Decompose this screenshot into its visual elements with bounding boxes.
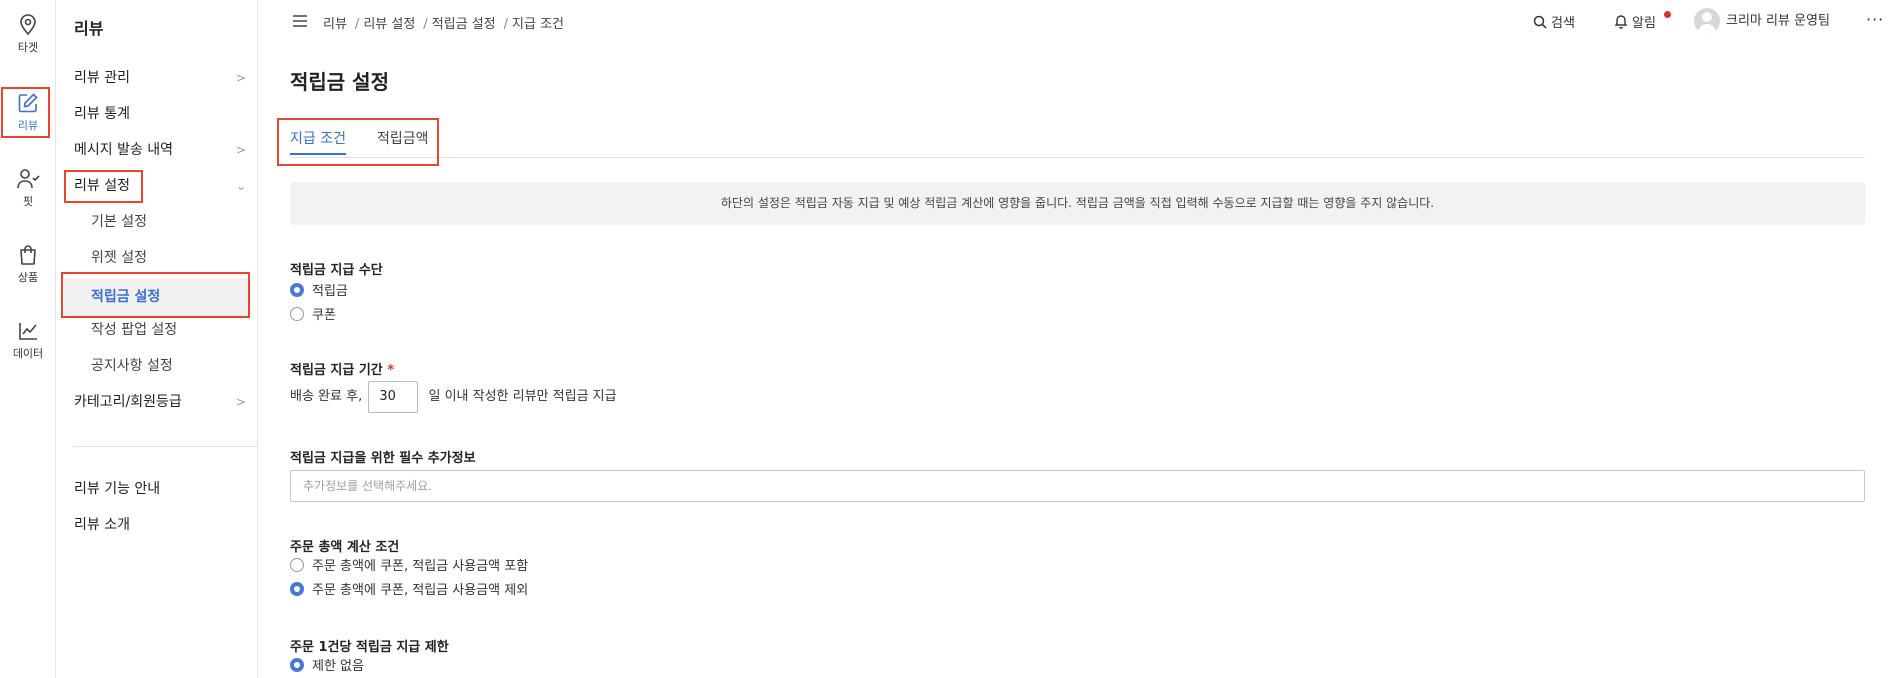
menu-item-review-stats[interactable]: 리뷰 통계: [74, 99, 254, 129]
radio-label: 주문 총액에 쿠폰, 적립금 사용금액 제외: [312, 583, 529, 598]
chevron-right-icon: >: [235, 71, 246, 85]
payment-method-label: 적립금 지급 수단: [290, 263, 383, 278]
menu-divider: [73, 446, 258, 447]
radio-coupon[interactable]: 쿠폰: [290, 307, 336, 325]
radio-no-limit[interactable]: 제한 없음: [290, 658, 364, 676]
user-check-icon: [17, 169, 40, 189]
menu-item-label: 메시지 발송 내역: [74, 142, 174, 158]
chevron-right-icon: >: [235, 395, 246, 409]
radio-indicator: [290, 582, 304, 596]
rail-label: 핏: [22, 195, 34, 208]
chevron-right-icon: >: [235, 143, 246, 157]
review-menu: 리뷰 리뷰 관리 > 리뷰 통계 메시지 발송 내역 > 리뷰 설정 ⌄ 기본 …: [57, 0, 258, 678]
rail-item-review[interactable]: 리뷰: [0, 92, 56, 133]
radio-exclude-discount[interactable]: 주문 총액에 쿠폰, 적립금 사용금액 제외: [290, 582, 528, 600]
payment-period-label-text: 적립금 지급 기간: [290, 363, 383, 378]
period-suffix: 일 이내 작성한 리뷰만 적립금 지급: [428, 389, 617, 404]
menu-item-label: 카테고리/회원등급: [74, 394, 182, 410]
radio-include-discount[interactable]: 주문 총액에 쿠폰, 적립금 사용금액 포함: [290, 558, 528, 576]
extra-info-select[interactable]: 추가정보를 선택해주세요.: [290, 470, 1865, 502]
days-input[interactable]: 30: [368, 381, 419, 413]
rail-item-target[interactable]: 타겟: [0, 14, 56, 55]
menu-item-feature-guide[interactable]: 리뷰 기능 안내: [74, 474, 254, 504]
payment-period-label: 적립금 지급 기간 *: [290, 359, 394, 378]
per-order-limit-label: 주문 1건당 적립금 지급 제한: [290, 640, 449, 655]
radio-label: 제한 없음: [312, 659, 364, 674]
tab-bar: 지급 조건 적립금액: [290, 124, 1865, 158]
menu-item-label: 리뷰 관리: [74, 70, 130, 86]
menu-item-label: 적립금 설정: [91, 289, 161, 305]
menu-item-review-settings[interactable]: 리뷰 설정 ⌄: [74, 171, 254, 201]
radio-indicator: [290, 658, 304, 672]
radio-mileage[interactable]: 적립금: [290, 283, 348, 301]
menu-item-basic-settings[interactable]: 기본 설정: [91, 207, 271, 237]
menu-title: 리뷰: [74, 19, 104, 38]
page-title: 적립금 설정: [290, 70, 389, 94]
rail-item-data[interactable]: 데이터: [0, 320, 56, 361]
rail-label: 타겟: [17, 41, 39, 54]
rail-label: 리뷰: [17, 119, 39, 132]
icon-rail: 타겟 리뷰 핏 상품 데이터: [0, 0, 56, 678]
more-options-icon[interactable]: ···: [1866, 10, 1884, 29]
menu-item-review-intro[interactable]: 리뷰 소개: [74, 510, 254, 540]
rail-label: 상품: [17, 271, 39, 284]
menu-item-category-grade[interactable]: 카테고리/회원등급 >: [74, 387, 254, 417]
menu-item-label: 리뷰 설정: [74, 178, 130, 194]
menu-item-label: 기본 설정: [91, 214, 147, 230]
radio-indicator: [290, 307, 304, 321]
menu-item-message-history[interactable]: 메시지 발송 내역 >: [74, 135, 254, 165]
order-total-label: 주문 총액 계산 조건: [290, 540, 400, 555]
shopping-bag-icon: [20, 245, 36, 265]
radio-indicator: [290, 558, 304, 572]
rail-label: 데이터: [12, 347, 44, 360]
menu-item-label: 리뷰 통계: [74, 106, 130, 122]
active-tab-indicator: [290, 153, 346, 155]
map-pin-icon: [20, 14, 36, 36]
menu-item-label: 리뷰 소개: [74, 517, 130, 533]
menu-item-label: 공지사항 설정: [91, 358, 173, 374]
menu-item-label: 작성 팝업 설정: [91, 322, 178, 338]
menu-item-widget-settings[interactable]: 위젯 설정: [91, 243, 271, 273]
menu-item-label: 위젯 설정: [91, 250, 147, 266]
menu-item-review-manage[interactable]: 리뷰 관리 >: [74, 63, 254, 93]
line-chart-icon: [19, 323, 37, 340]
extra-info-label: 적립금 지급을 위한 필수 추가정보: [290, 451, 476, 466]
payment-period-row: 배송 완료 후, 30 일 이내 작성한 리뷰만 적립금 지급: [290, 381, 617, 413]
radio-label: 쿠폰: [312, 308, 336, 323]
chevron-down-icon: ⌄: [235, 179, 246, 193]
info-notice: 하단의 설정은 적립금 자동 지급 및 예상 적립금 계산에 영향을 줍니다. …: [290, 182, 1865, 225]
main-content: 적립금 설정 지급 조건 적립금액 하단의 설정은 적립금 자동 지급 및 예상…: [290, 0, 1865, 678]
radio-indicator: [290, 283, 304, 297]
period-prefix: 배송 완료 후,: [290, 389, 363, 404]
rail-item-fit[interactable]: 핏: [0, 168, 56, 209]
tab-mileage-amount[interactable]: 적립금액: [377, 128, 429, 148]
radio-label: 적립금: [312, 284, 348, 299]
edit-icon: [18, 93, 38, 113]
app-root: 타겟 리뷰 핏 상품 데이터 리뷰 리뷰 관리 > 리뷰 통계 메시지 발송 내…: [0, 0, 1898, 678]
menu-item-notice-settings[interactable]: 공지사항 설정: [91, 351, 271, 381]
required-mark: *: [387, 363, 395, 378]
radio-label: 주문 총액에 쿠폰, 적립금 사용금액 포함: [312, 559, 529, 574]
menu-item-mileage-settings[interactable]: 적립금 설정: [64, 278, 251, 316]
rail-item-product[interactable]: 상품: [0, 244, 56, 285]
menu-item-label: 리뷰 기능 안내: [74, 481, 161, 497]
menu-item-popup-settings[interactable]: 작성 팝업 설정: [91, 315, 271, 345]
tab-payment-condition[interactable]: 지급 조건: [290, 128, 346, 148]
